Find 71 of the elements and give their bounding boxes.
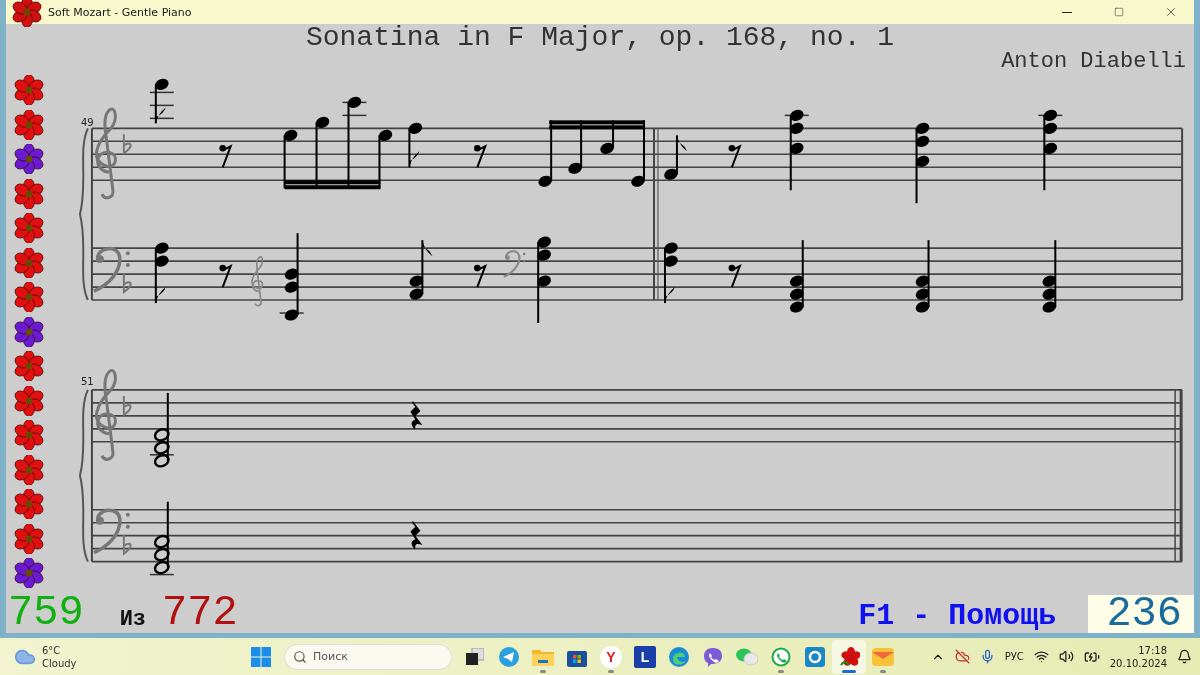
running-indicator [778,669,784,673]
envelope-icon [872,647,894,666]
counter-display: 236 [1088,595,1194,633]
cloud-off-icon[interactable] [954,649,970,664]
window-title: Soft Mozart - Gentle Piano [48,5,193,19]
microphone-icon[interactable] [979,649,995,664]
note-drawing [664,134,687,180]
treble-clef-icon [95,107,117,200]
shield-icon [805,646,825,667]
flower-icon [12,0,42,27]
note-drawing [409,239,433,300]
bass-clef-icon [93,508,130,555]
language-indicator[interactable]: РУС [1004,651,1024,662]
flat-icon [122,394,132,416]
windows-logo-icon [251,646,271,667]
eighth-rest-icon [728,264,742,289]
search-icon [293,649,307,664]
chat-bubbles-icon [736,647,758,666]
folder-icon [532,647,554,666]
app-icon: L [634,645,656,668]
eighth-rest-icon [728,144,742,169]
search-placeholder: Поиск [313,650,348,663]
search-field[interactable]: Поиск [284,643,452,670]
phone-bubble-icon [703,646,723,667]
current-count: 759 [8,595,84,631]
overlapping-squares-icon [466,647,484,666]
running-indicator [608,669,614,673]
maximize-icon [1114,7,1124,17]
eighth-rest-icon [473,264,488,289]
total-count: 772 [162,595,238,631]
quarter-rest-icon [410,401,422,429]
swirl-icon [669,646,689,667]
clock-date[interactable]: 20.10.2024 [1109,656,1167,670]
flower-icon [838,645,860,668]
flat-icon [122,133,132,155]
clock-time[interactable]: 17:18 [1138,643,1167,657]
eighth-rest-icon [473,144,488,169]
weather-condition: Cloudy [42,656,77,670]
note-drawing [154,242,169,305]
note-drawing [149,78,175,125]
notification-bell-icon[interactable] [1177,649,1192,664]
measure-number: 51 [80,375,94,387]
taskbar-app-button[interactable]: L [628,639,662,674]
phone-bubble-icon [771,646,791,667]
running-indicator [842,669,856,673]
close-icon [1164,5,1178,19]
eighth-rest-icon [219,264,233,289]
note-drawing [663,242,678,305]
volume-icon[interactable] [1058,649,1074,664]
treble-clef-icon [95,369,117,461]
note-drawing [408,122,423,169]
quarter-rest-icon [410,520,422,549]
composer-name: Anton Diabelli [1001,49,1186,74]
flat-icon [122,272,132,294]
taskbar-app-button[interactable]: Y [594,639,628,674]
bass-clef-icon [93,246,130,293]
flat-icon [122,533,132,555]
minimize-icon [1062,11,1072,13]
bass-clef-icon [503,250,526,278]
app-icon: Y [600,645,622,668]
running-indicator [880,669,886,673]
score-title: Sonatina in F Major, op. 168, no. 1 [305,22,895,53]
of-label: Из [119,609,147,631]
treble-clef-icon [251,256,264,307]
measure-number: 49 [80,117,94,129]
weather-temperature: 6°C [42,643,62,657]
running-indicator [540,669,546,673]
help-hint: F1 - Помощь [858,601,1057,631]
paper-plane-icon [499,646,519,667]
wifi-icon[interactable] [1033,649,1049,664]
eighth-rest-icon [219,144,233,169]
